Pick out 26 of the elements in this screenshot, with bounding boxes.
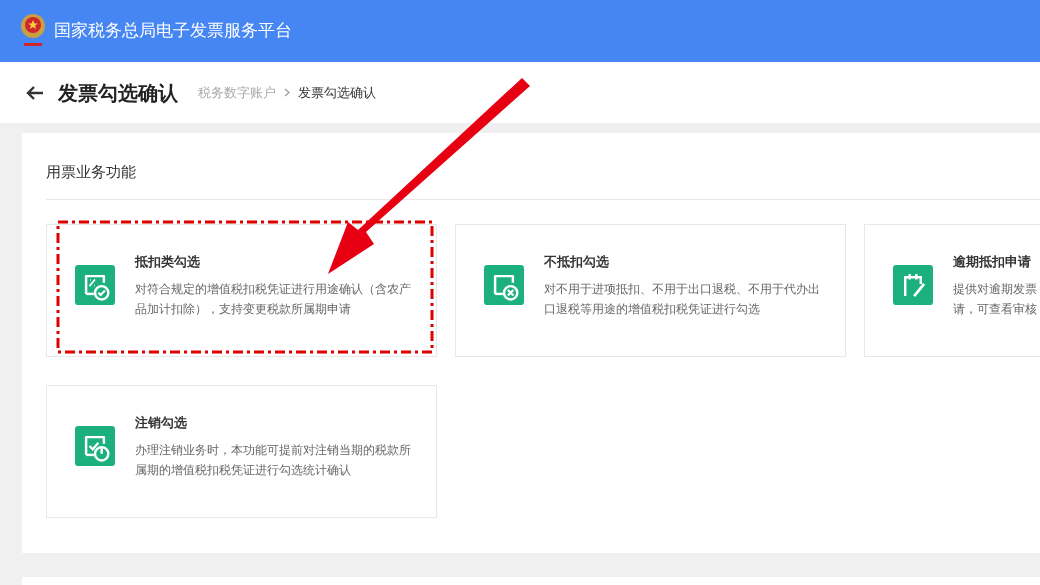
card-description: 对符合规定的增值税扣税凭证进行用途确认（含农产 bbox=[135, 281, 411, 298]
card-title: 逾期抵扣申请 bbox=[953, 253, 1032, 271]
back-button[interactable] bbox=[26, 84, 44, 101]
card-description: 口退税等用途的增值税扣税凭证进行勾选 bbox=[544, 301, 761, 318]
section-title: 用票业务功能 bbox=[46, 162, 137, 183]
invoice-cross-icon bbox=[484, 265, 524, 305]
card-description: 品加计扣除），支持变更税款所属期申请 bbox=[135, 301, 352, 318]
card-title: 抵扣类勾选 bbox=[135, 253, 201, 271]
chevron-right-icon bbox=[284, 88, 290, 97]
card-description: 请，可查看审核 bbox=[953, 301, 1037, 318]
card-description: 属期的增值税扣税凭证进行勾选统计确认 bbox=[135, 462, 352, 479]
back-arrow-icon bbox=[26, 84, 44, 101]
function-card[interactable]: 注销勾选 办理注销业务时，本功能可提前对注销当期的税款所 属期的增值税扣税凭证进行勾选统计确认 bbox=[46, 385, 437, 518]
checklist-power-icon bbox=[75, 426, 115, 466]
card-description: 对不用于进项抵扣、不用于出口退税、不用于代办出 bbox=[544, 281, 820, 298]
card-title: 不抵扣勾选 bbox=[544, 253, 610, 271]
platform-title: 国家税务总局电子发票服务平台 bbox=[54, 19, 292, 43]
calendar-pen-icon bbox=[893, 265, 933, 305]
card-description: 提供对逾期发票 bbox=[953, 281, 1037, 298]
invoice-check-icon bbox=[75, 265, 115, 305]
card-description: 办理注销业务时，本功能可提前对注销当期的税款所 bbox=[135, 442, 411, 459]
function-card[interactable]: 不抵扣勾选 对不用于进项抵扣、不用于出口退税、不用于代办出 口退税等用途的增值税扣税凭证进行勾选 bbox=[455, 224, 846, 357]
page-title: 发票勾选确认 bbox=[58, 79, 178, 107]
card-title: 注销勾选 bbox=[135, 414, 188, 432]
function-card[interactable]: 逾期抵扣申请 提供对逾期发票 请，可查看审核 bbox=[864, 224, 1040, 357]
breadcrumb-item: 发票勾选确认 bbox=[298, 83, 376, 102]
